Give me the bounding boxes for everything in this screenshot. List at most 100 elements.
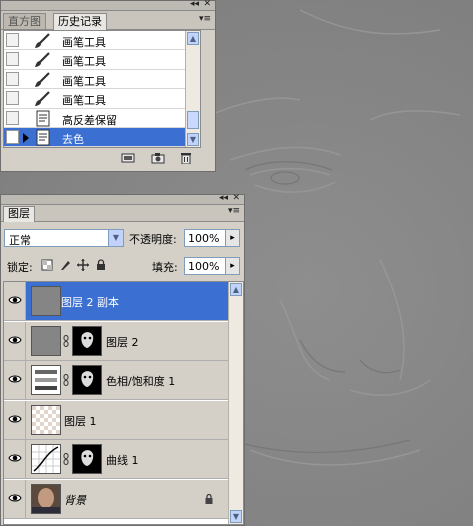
visibility-eye-icon[interactable] (4, 282, 26, 320)
brush-icon (34, 90, 52, 107)
fill-field[interactable]: 100% ▸ (184, 257, 240, 275)
history-item-label: 画笔工具 (62, 74, 106, 88)
history-item[interactable]: 画笔工具 (4, 70, 200, 90)
layer-row[interactable]: 背景 (4, 479, 228, 519)
tab-layers[interactable]: 图层 (3, 206, 35, 222)
visibility-eye-icon[interactable] (4, 440, 26, 478)
scroll-down-icon[interactable]: ▼ (230, 510, 242, 523)
blend-mode-value: 正常 (9, 234, 31, 247)
close-icon[interactable]: ✕ (203, 0, 211, 10)
history-step-icon (34, 110, 52, 127)
snapshot-icon[interactable] (151, 152, 165, 164)
layers-scrollbar[interactable]: ▲ ▼ (228, 282, 243, 524)
tab-history[interactable]: 历史记录 (53, 13, 107, 30)
link-chain-icon[interactable] (63, 453, 69, 465)
layer-row[interactable]: 色相/饱和度 1 (4, 361, 228, 400)
brush-icon (34, 71, 52, 88)
history-scrollbar[interactable]: ▲ ▼ (185, 31, 200, 147)
history-list: 画笔工具 画笔工具 画笔工具 画笔工具 高反差保留 去色 ▲ ▼ (3, 30, 201, 148)
scroll-thumb[interactable] (187, 111, 199, 129)
layer-name[interactable]: 图层 1 (64, 413, 97, 429)
visibility-eye-icon[interactable] (4, 321, 26, 360)
layer-name[interactable]: 背景 (64, 492, 86, 508)
collapse-icon[interactable]: ◂◂ (219, 193, 228, 204)
layer-mask-thumbnail[interactable] (72, 444, 102, 474)
layer-mask-thumbnail[interactable] (72, 365, 102, 395)
lock-row: 锁定: 填充: 100% ▸ (1, 255, 244, 277)
blend-mode-select[interactable]: 正常 ▼ (4, 229, 124, 247)
layer-thumbnail[interactable] (31, 483, 61, 514)
tab-histogram[interactable]: 直方图 (3, 13, 46, 29)
history-item-label: 画笔工具 (62, 36, 106, 49)
chevron-down-icon[interactable]: ▼ (108, 230, 123, 246)
history-item[interactable]: 画笔工具 (4, 89, 200, 109)
layers-panel-tabs: 图层 ▾≡ (1, 205, 244, 222)
layer-row[interactable]: 曲线 1 (4, 440, 228, 479)
collapse-icon[interactable]: ◂◂ (190, 0, 199, 10)
fill-slider-arrow-icon[interactable]: ▸ (225, 258, 239, 274)
brush-icon (34, 51, 52, 68)
lock-image-pixels-icon[interactable] (59, 259, 71, 271)
lock-position-icon[interactable] (77, 259, 89, 271)
layer-thumbnail[interactable] (31, 404, 61, 435)
history-item-label: 画笔工具 (62, 94, 106, 108)
trash-icon[interactable] (179, 152, 193, 164)
scroll-down-icon[interactable]: ▼ (187, 133, 199, 146)
opacity-slider-arrow-icon[interactable]: ▸ (225, 230, 239, 246)
opacity-label: 不透明度: (129, 233, 177, 246)
fill-label: 填充: (152, 261, 178, 274)
history-item[interactable]: 画笔工具 (4, 31, 200, 51)
history-item[interactable]: 画笔工具 (4, 50, 200, 70)
brush-icon (34, 32, 52, 49)
close-icon[interactable]: ✕ (232, 193, 240, 204)
opacity-field[interactable]: 100% ▸ (184, 229, 240, 247)
link-chain-icon[interactable] (63, 334, 69, 347)
history-step-icon (34, 129, 52, 146)
history-source-box[interactable] (6, 91, 19, 106)
new-document-from-state-icon[interactable] (121, 152, 135, 164)
link-chain-icon[interactable] (63, 374, 69, 386)
scroll-up-icon[interactable]: ▲ (230, 283, 242, 296)
layer-row[interactable]: 图层 2 (4, 321, 228, 361)
history-item-label: 高反差保留 (62, 113, 117, 127)
history-state-marker-icon (23, 132, 29, 143)
layer-lock-icon (204, 493, 214, 504)
layer-name[interactable]: 色相/饱和度 1 (106, 373, 175, 389)
layers-panel: ◂◂ ✕ 图层 ▾≡ 正常 ▼ 不透明度: 100% ▸ 锁定: 填充: 100… (0, 193, 245, 526)
history-item-label: 画笔工具 (62, 55, 106, 69)
lock-label: 锁定: (7, 261, 33, 274)
layer-thumbnail[interactable] (31, 365, 61, 395)
history-item[interactable]: 高反差保留 (4, 109, 200, 128)
panel-titlebar: ◂◂ ✕ (1, 193, 244, 205)
history-source-box[interactable] (6, 110, 19, 125)
layer-thumbnail[interactable] (31, 444, 61, 474)
scroll-up-icon[interactable]: ▲ (187, 32, 199, 45)
layer-thumbnail[interactable] (31, 325, 61, 356)
history-panel: ◂◂ ✕ 直方图 历史记录 ▾≡ 画笔工具 画笔工具 画笔工具 画笔工具 高反差保留 去色… (0, 0, 216, 172)
panel-menu-icon[interactable]: ▾≡ (199, 14, 211, 24)
history-item[interactable]: 去色 (4, 127, 200, 147)
fill-value: 100% (188, 260, 220, 273)
panel-menu-icon[interactable]: ▾≡ (228, 206, 240, 216)
lock-all-icon[interactable] (95, 259, 107, 271)
layer-mask-thumbnail[interactable] (72, 325, 102, 356)
layer-name[interactable]: 图层 2 副本 (61, 294, 119, 310)
history-source-box[interactable] (6, 33, 19, 47)
history-source-box[interactable] (6, 52, 19, 67)
history-panel-tabs: 直方图 历史记录 ▾≡ (1, 11, 215, 30)
panel-titlebar: ◂◂ ✕ (1, 0, 215, 11)
layers-list: 图层 2 副本图层 2 色相/饱和度 1 图层 1 曲线 1 背景 ▲ ▼ (3, 281, 244, 525)
layer-thumbnail[interactable] (31, 286, 61, 316)
history-item-label: 去色 (62, 132, 84, 146)
history-source-box[interactable] (6, 129, 19, 144)
layer-name[interactable]: 图层 2 (106, 334, 139, 350)
opacity-value: 100% (188, 232, 220, 245)
visibility-eye-icon[interactable] (4, 479, 26, 518)
visibility-eye-icon[interactable] (4, 361, 26, 399)
visibility-eye-icon[interactable] (4, 400, 26, 439)
history-source-box[interactable] (6, 71, 19, 86)
layer-name[interactable]: 曲线 1 (106, 452, 139, 468)
lock-transparent-pixels-icon[interactable] (41, 259, 53, 271)
layer-row[interactable]: 图层 2 副本 (4, 282, 228, 321)
layer-row[interactable]: 图层 1 (4, 400, 228, 440)
